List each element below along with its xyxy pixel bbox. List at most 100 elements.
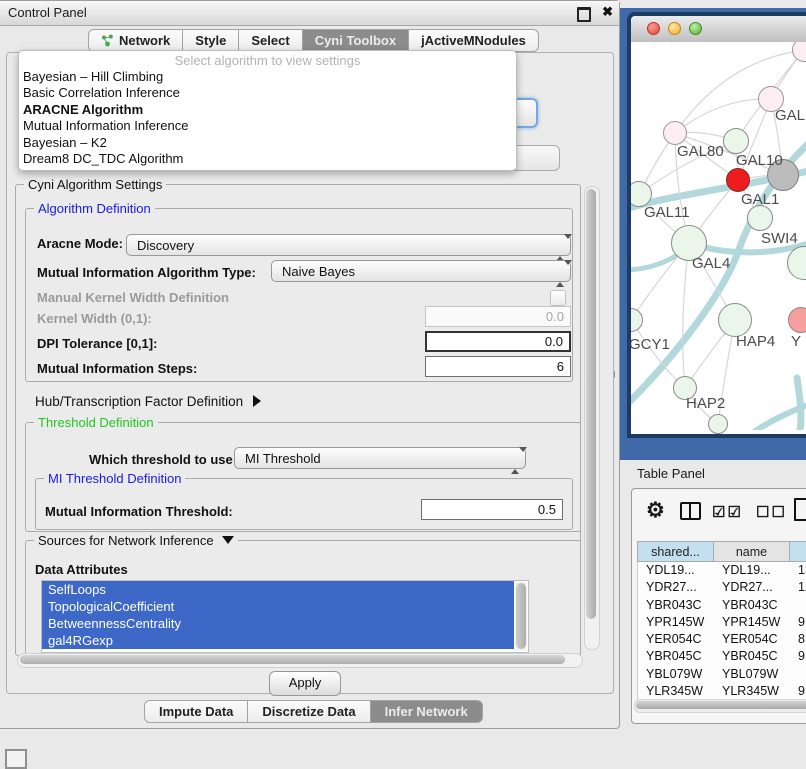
aracne-mode-combo[interactable]: Discovery xyxy=(126,234,571,256)
node-gal10[interactable] xyxy=(723,128,749,154)
hub-definition-expander[interactable]: Hub/Transcription Factor Definition xyxy=(35,394,261,409)
list-scrollbar[interactable] xyxy=(515,582,527,651)
node[interactable] xyxy=(708,414,728,434)
tab-infer-network[interactable]: Infer Network xyxy=(371,700,483,723)
select-all-checks-icon[interactable]: ☑☑ xyxy=(712,503,743,521)
document-icon[interactable] xyxy=(794,498,806,521)
node-label: GAL80 xyxy=(677,143,724,160)
settings-vertical-scrollbar[interactable] xyxy=(584,186,600,650)
algorithm-dropdown-popup: Select algorithm to view settings Bayesi… xyxy=(18,50,517,171)
panel-title: Control Panel xyxy=(8,5,87,20)
combo-value: Naive Bayes xyxy=(282,264,355,279)
table-panel-title: Table Panel xyxy=(637,466,705,481)
table-row[interactable]: YBL079WYBL079W xyxy=(638,666,806,683)
tab-style[interactable]: Style xyxy=(183,29,239,52)
network-view-window[interactable]: GAL GAL80 GAL10 GAL1 GAL11 SWI4 GAL4 GCY… xyxy=(627,12,806,438)
top-tab-bar: Network Style Select Cyni Toolbox jActiv… xyxy=(88,29,539,52)
column-header[interactable]: name xyxy=(714,542,790,561)
control-panel-titlebar[interactable]: Control Panel ✖ xyxy=(0,1,619,26)
node-label: GAL1 xyxy=(741,191,779,208)
table-toolbar: ⚙ ☑☑ ☐☐ xyxy=(632,489,806,535)
algorithm-option[interactable]: Bayesian – K2 xyxy=(19,135,516,151)
which-threshold-combo[interactable]: MI Threshold xyxy=(234,447,526,469)
maximize-traffic-light[interactable] xyxy=(689,22,702,35)
node-label: GAL10 xyxy=(736,152,783,169)
table-row[interactable]: YBR043CYBR043C xyxy=(638,597,806,614)
mi-algorithm-type-combo[interactable]: Naive Bayes xyxy=(271,260,571,282)
dpi-tolerance-field[interactable] xyxy=(425,331,571,352)
group-title: MI Threshold Definition xyxy=(44,471,185,486)
list-item[interactable]: gal4RGexp xyxy=(42,632,514,649)
minimize-traffic-light[interactable] xyxy=(668,22,681,35)
popup-prompt: Select algorithm to view settings xyxy=(19,53,516,69)
column-header[interactable]: shared... xyxy=(638,542,714,561)
network-canvas[interactable]: GAL GAL80 GAL10 GAL1 GAL11 SWI4 GAL4 GCY… xyxy=(631,42,806,434)
algorithm-option-selected[interactable]: ARACNE Algorithm xyxy=(19,102,516,118)
node-label: HAP4 xyxy=(736,333,775,350)
control-panel-window: Control Panel ✖ Network Style Select Cyn… xyxy=(0,0,620,729)
columns-icon[interactable] xyxy=(680,502,701,520)
tab-select[interactable]: Select xyxy=(239,29,302,52)
combo-value: MI Threshold xyxy=(245,451,321,466)
settings-horizontal-scrollbar[interactable] xyxy=(17,653,583,668)
data-attributes-label: Data Attributes xyxy=(35,562,128,577)
node-label: GCY1 xyxy=(631,336,670,353)
group-title: Threshold Definition xyxy=(34,415,158,430)
table-row[interactable]: YLR345WYLR345W9. xyxy=(638,683,806,700)
tab-cyni-toolbox[interactable]: Cyni Toolbox xyxy=(303,29,409,52)
algorithm-option[interactable]: Dream8 DC_TDC Algorithm xyxy=(19,151,516,167)
mi-steps-field[interactable] xyxy=(425,356,571,377)
group-title: Cyni Algorithm Settings xyxy=(24,177,166,192)
network-window-titlebar[interactable] xyxy=(631,16,806,43)
close-traffic-light[interactable] xyxy=(647,22,660,35)
network-icon xyxy=(101,34,114,47)
list-item[interactable]: BetweennessCentrality xyxy=(42,615,514,632)
kernel-width-field[interactable] xyxy=(425,306,571,327)
apply-button[interactable]: Apply xyxy=(269,671,341,696)
table-horizontal-scrollbar[interactable] xyxy=(634,699,806,713)
tab-label: Select xyxy=(251,30,289,51)
dpi-tolerance-label: DPI Tolerance [0,1]: xyxy=(37,336,157,351)
gear-icon[interactable]: ⚙ xyxy=(646,498,665,523)
manual-kernel-label: Manual Kernel Width Definition xyxy=(37,290,229,305)
tab-impute-data[interactable]: Impute Data xyxy=(144,700,248,723)
table-row[interactable]: YBR045CYBR045C9. xyxy=(638,648,806,665)
table-row[interactable]: YPR145WYPR145W9. xyxy=(638,614,806,631)
node-gal80[interactable] xyxy=(663,121,687,145)
node-label: HAP2 xyxy=(686,395,725,412)
node-hap4[interactable] xyxy=(718,303,752,337)
column-header[interactable]: A xyxy=(790,542,806,561)
list-item[interactable]: TopologicalCoefficient xyxy=(42,598,514,615)
close-icon[interactable]: ✖ xyxy=(602,4,613,20)
list-item[interactable]: SelfLoops xyxy=(42,581,514,598)
node-label: GAL4 xyxy=(692,255,730,272)
sources-group-title[interactable]: Sources for Network Inference xyxy=(34,533,238,548)
node-table: shared... name A YDL19...YDL19...13 YDR2… xyxy=(637,541,806,701)
tab-discretize-data[interactable]: Discretize Data xyxy=(248,700,370,723)
stepper-icon xyxy=(511,452,518,470)
table-row[interactable]: YDR27...YDR27...12 xyxy=(638,579,806,596)
table-panel: Table Panel ⚙ ☑☑ ☐☐ shared... name A YDL… xyxy=(620,460,806,762)
manual-kernel-checkbox[interactable] xyxy=(550,290,566,306)
docked-panel-button[interactable] xyxy=(5,749,27,769)
table-row[interactable]: YER054CYER054C8. xyxy=(638,631,806,648)
node-label: GAL11 xyxy=(644,204,690,221)
hub-definition-label: Hub/Transcription Factor Definition xyxy=(35,394,243,409)
algorithm-option[interactable]: Mutual Information Inference xyxy=(19,118,516,134)
float-window-icon[interactable] xyxy=(577,7,591,22)
deselect-all-checks-icon[interactable]: ☐☐ xyxy=(756,503,787,521)
algorithm-option[interactable]: Bayesian – Hill Climbing xyxy=(19,69,516,85)
collapse-down-icon xyxy=(222,536,234,544)
tab-network[interactable]: Network xyxy=(88,29,183,52)
mi-threshold-field[interactable] xyxy=(421,499,563,520)
combo-value: Discovery xyxy=(137,238,194,253)
table-row[interactable]: YDL19...YDL19...13 xyxy=(638,562,806,579)
tab-label: jActiveMNodules xyxy=(421,30,526,51)
tab-jactivemnodules[interactable]: jActiveMNodules xyxy=(409,29,539,52)
tab-label: Style xyxy=(195,30,226,51)
node-gal1-selected[interactable] xyxy=(726,168,750,192)
table-header-row: shared... name A xyxy=(637,541,806,562)
tab-label: Cyni Toolbox xyxy=(315,30,396,51)
algorithm-option[interactable]: Basic Correlation Inference xyxy=(19,85,516,101)
node-swi4[interactable] xyxy=(747,205,773,231)
